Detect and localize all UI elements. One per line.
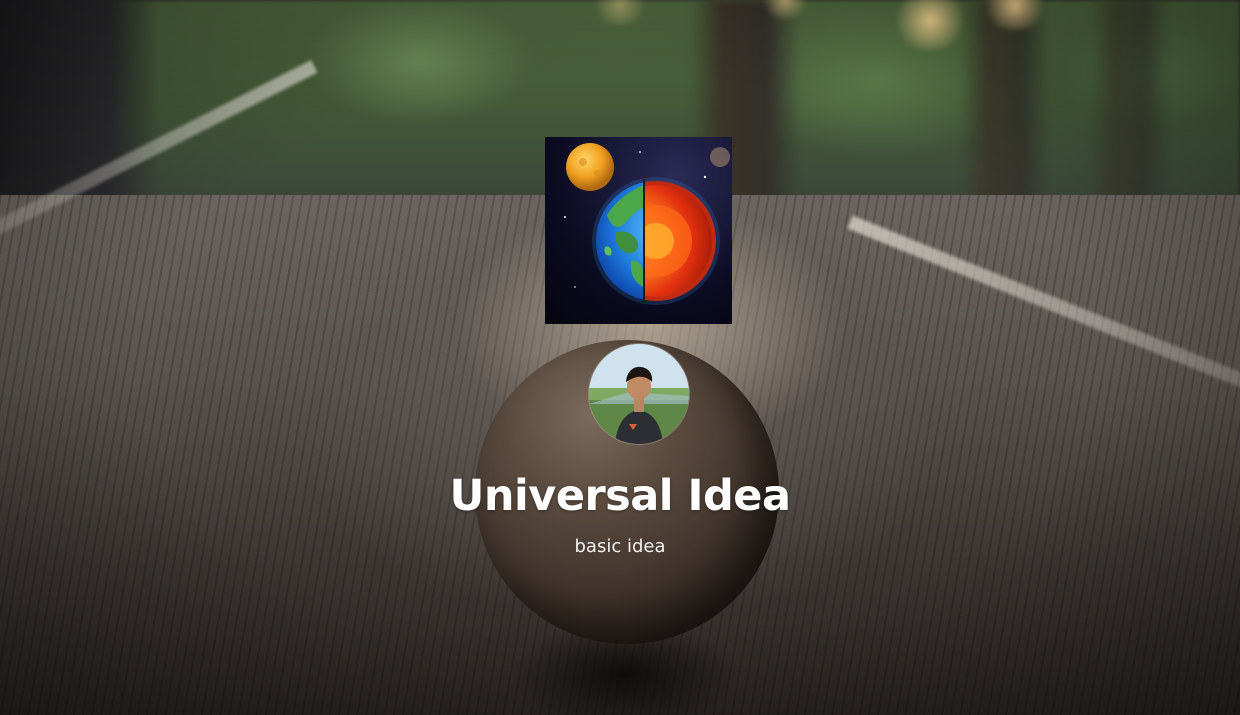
profile-bio: basic idea (574, 536, 666, 557)
profile-page: Universal Idea basic idea (0, 0, 1240, 715)
earth-cross-section-icon (545, 137, 732, 324)
profile-name: Universal Idea (449, 471, 791, 521)
avatar[interactable] (589, 344, 689, 444)
